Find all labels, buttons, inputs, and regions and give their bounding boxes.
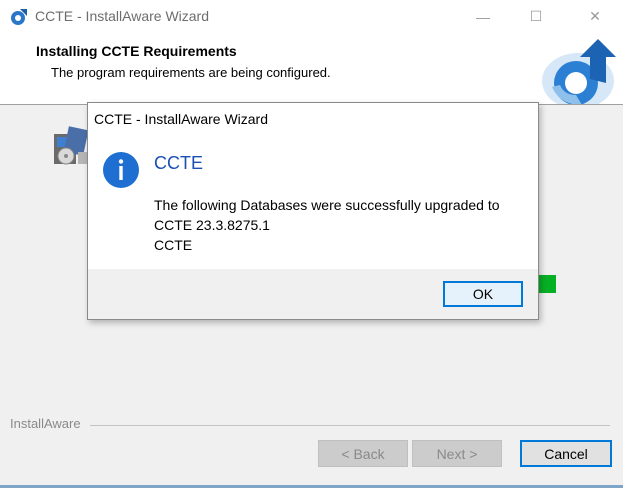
- close-icon: ✕: [589, 8, 601, 24]
- minimize-icon: —: [476, 8, 490, 25]
- dialog-heading: CCTE: [154, 153, 203, 173]
- ok-button[interactable]: OK: [443, 281, 523, 307]
- back-button[interactable]: < Back: [318, 440, 408, 467]
- maximize-icon: ☐: [529, 8, 543, 24]
- cancel-button[interactable]: Cancel: [520, 440, 612, 467]
- progress-bar-fill: [538, 275, 556, 293]
- next-button[interactable]: Next >: [412, 440, 502, 467]
- minimize-button[interactable]: —: [460, 0, 506, 33]
- dialog-message-line: The following Databases were successfull…: [154, 197, 500, 213]
- title-bar: CCTE - InstallAware Wizard — ☐ ✕: [0, 0, 623, 33]
- wizard-header: Installing CCTE Requirements The program…: [0, 33, 623, 105]
- dialog-message: The following Databases were successfull…: [154, 195, 500, 255]
- installaware-brand-label: InstallAware: [10, 416, 81, 431]
- installaware-logo-icon: [542, 39, 616, 104]
- header-subtitle: The program requirements are being confi…: [51, 65, 331, 80]
- maximize-button[interactable]: ☐: [513, 0, 559, 33]
- window-title: CCTE - InstallAware Wizard: [35, 8, 210, 24]
- dialog-title-bar: CCTE - InstallAware Wizard: [88, 103, 538, 135]
- dialog-message-line: CCTE: [154, 237, 193, 253]
- dialog-message-line: CCTE 23.3.8275.1: [154, 217, 270, 233]
- dialog-title: CCTE - InstallAware Wizard: [94, 111, 269, 127]
- message-dialog: CCTE - InstallAware Wizard CCTE The foll…: [87, 102, 539, 320]
- close-button[interactable]: ✕: [572, 0, 618, 33]
- footer-divider: [90, 425, 610, 426]
- info-icon: [103, 152, 139, 188]
- setup-installer-icon: [54, 126, 89, 165]
- header-title: Installing CCTE Requirements: [36, 43, 237, 59]
- dialog-content: CCTE The following Databases were succes…: [88, 135, 538, 269]
- installaware-app-icon: [11, 9, 27, 25]
